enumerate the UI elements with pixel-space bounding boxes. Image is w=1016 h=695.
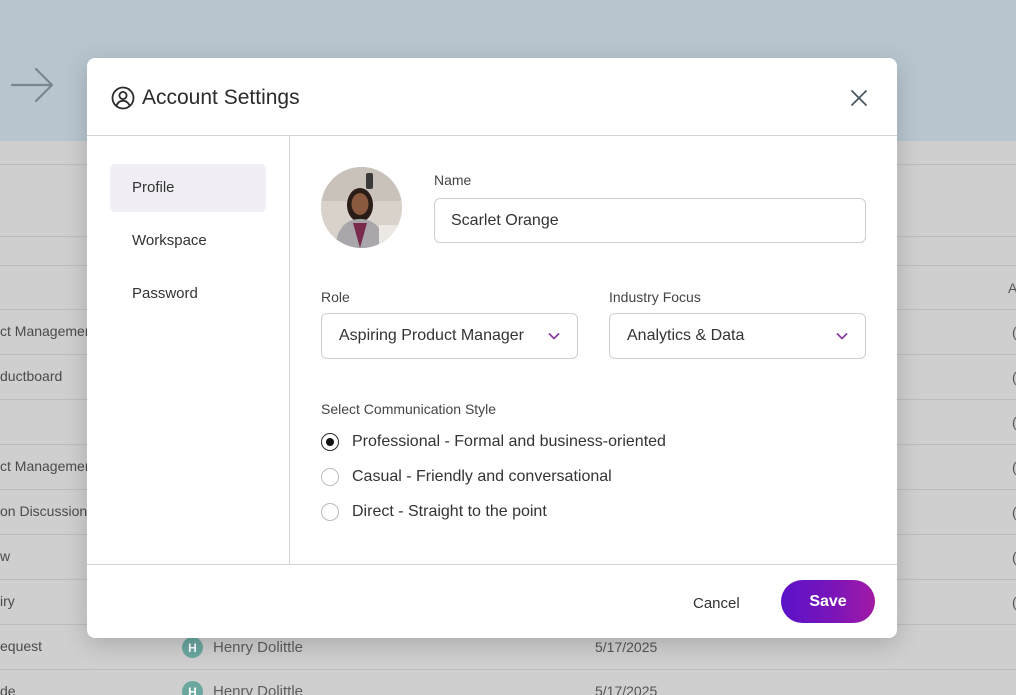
industry-label: Industry Focus [609,289,701,305]
chevron-down-icon [836,333,848,340]
nav-item-password[interactable]: Password [110,270,266,318]
settings-nav: Profile Workspace Password [87,136,290,564]
background-date: 5/17/2025 [595,639,658,655]
background-date: 5/17/2025 [595,683,658,695]
background-row-title: equest [0,638,43,654]
account-settings-dialog: Account Settings Profile Workspace Passw… [87,58,897,638]
profile-photo[interactable] [321,167,402,248]
background-assignee: H Henry Dolittle [182,681,303,695]
background-row-title: ct Managemer [0,458,90,474]
communication-style-label: Select Communication Style [321,401,497,417]
radio-label: Professional - Formal and business-orien… [352,433,666,450]
dialog-header: Account Settings [87,58,897,136]
user-circle-icon [111,86,135,110]
background-row-title: w [0,548,11,564]
background-row-title: on Discussion [0,503,88,519]
cancel-button[interactable]: Cancel [693,595,740,612]
radio-label: Casual - Friendly and conversational [352,468,612,485]
name-label: Name [434,172,472,188]
dialog-footer: Cancel Save [87,564,897,638]
arrow-right-icon [10,67,54,103]
dialog-title: Account Settings [142,86,300,109]
radio-label: Direct - Straight to the point [352,503,547,520]
avatar: H [182,681,203,695]
industry-select[interactable]: Analytics & Data [609,313,866,359]
background-column-header: A [1008,280,1016,296]
radio-option-casual[interactable]: Casual - Friendly and conversational [321,468,612,486]
assignee-name: Henry Dolittle [213,683,304,695]
background-assignee: H Henry Dolittle [182,637,303,658]
profile-photo-image [321,167,402,248]
save-button[interactable]: Save [781,580,875,623]
role-label: Role [321,289,350,305]
background-row-title: de [0,683,16,695]
industry-select-value: Analytics & Data [627,327,745,344]
nav-item-workspace[interactable]: Workspace [110,217,266,265]
radio-button[interactable] [321,468,339,486]
radio-button[interactable] [321,503,339,521]
background-row-title: ductboard [0,368,63,384]
chevron-down-icon [548,333,560,340]
nav-item-profile[interactable]: Profile [110,164,266,212]
name-input[interactable] [434,198,866,243]
background-row-title: ct Managemer [0,323,90,339]
role-select[interactable]: Aspiring Product Manager [321,313,578,359]
radio-button[interactable] [321,433,339,451]
radio-option-professional[interactable]: Professional - Formal and business-orien… [321,433,666,451]
profile-panel: Name Role Aspiring Product Manager Indus… [291,136,897,564]
assignee-name: Henry Dolittle [213,639,304,656]
avatar: H [182,637,203,658]
close-icon[interactable] [847,86,871,110]
background-row-title: iry [0,593,15,609]
radio-option-direct[interactable]: Direct - Straight to the point [321,503,547,521]
role-select-value: Aspiring Product Manager [339,327,524,344]
